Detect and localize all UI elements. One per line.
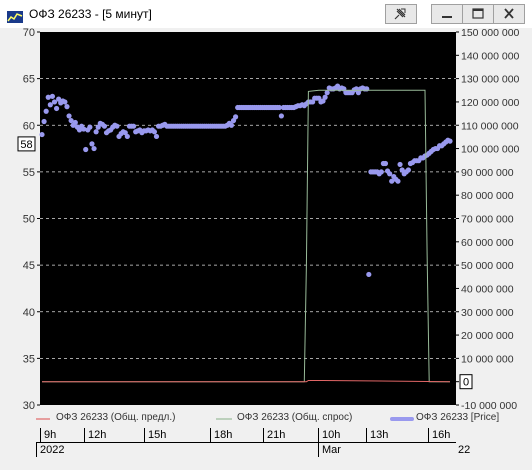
price-point — [130, 123, 137, 129]
time-axis: 9h 12h 15h 18h 21h 10h 13h 16h 2022 Mar — [36, 428, 456, 460]
price-point — [87, 124, 93, 130]
price-point — [378, 169, 384, 175]
price-point — [101, 123, 108, 129]
price-point — [397, 161, 403, 168]
price-point — [41, 118, 47, 125]
price-point — [64, 104, 70, 110]
price-point — [89, 141, 95, 147]
left-current-marker-label: 58 — [20, 139, 32, 151]
price-point — [93, 129, 99, 135]
price-point — [83, 146, 89, 153]
price-point — [124, 133, 130, 140]
price-point — [366, 271, 372, 278]
right-axis-tick-label: 110 000 000 — [461, 120, 519, 132]
time-axis-hours: 9h 12h 15h 18h 21h 10h 13h 16h — [36, 428, 456, 443]
left-axis-tick-label: 45 — [23, 260, 35, 272]
time-label-10h: 10h — [322, 429, 341, 441]
right-axis-tick-label: 90 000 000 — [461, 167, 514, 179]
left-axis-tick-label: 70 — [23, 28, 35, 39]
left-axis-tick-label: 60 — [23, 120, 35, 132]
price-point — [151, 129, 158, 135]
right-axis-tick-label: 40 000 000 — [461, 283, 514, 295]
minimize-icon — [442, 16, 452, 18]
left-axis-tick-label: 40 — [23, 307, 35, 319]
time-label-9h: 9h — [44, 429, 57, 441]
price-point — [49, 93, 56, 99]
left-axis-tick-label: 65 — [23, 74, 35, 86]
chart-app-icon — [7, 10, 23, 23]
right-axis-tick-label: 140 000 000 — [461, 50, 520, 62]
price-point — [43, 108, 49, 114]
right-axis-tick-label: 10 000 000 — [461, 353, 514, 365]
title-bar[interactable]: ОФЗ 26233 - [5 минут] — [0, 0, 532, 30]
maximize-button[interactable] — [462, 4, 494, 24]
time-label-15h: 15h — [148, 429, 167, 441]
right-current-marker-label: 0 — [463, 377, 469, 389]
price-point — [228, 122, 235, 128]
price-chart[interactable]: 30 35 40 45 50 55 60 65 70 -10 000 000 10 000 000… — [0, 27, 532, 465]
date-label-year: 2022 — [40, 444, 65, 456]
price-point — [405, 167, 411, 173]
right-axis-tick-label: 70 000 000 — [461, 214, 514, 226]
price-point — [53, 105, 60, 112]
time-label-18h: 18h — [214, 429, 233, 441]
legend-item-demand: ОФЗ 26233 (Общ. спрос) — [237, 412, 353, 423]
right-axis-tick-label: 20 000 000 — [461, 330, 514, 342]
price-point — [395, 178, 401, 184]
price-point — [66, 113, 72, 119]
price-point — [232, 114, 239, 120]
chart-area: 30 35 40 45 50 55 60 65 70 -10 000 000 10 000 000… — [0, 27, 532, 465]
legend-item-price: ОФЗ 26233 [Price] — [416, 412, 500, 423]
left-axis-tick-label: 50 — [23, 214, 35, 226]
right-axis-tick-label: 120 000 000 — [461, 97, 520, 109]
maximize-icon — [472, 8, 484, 19]
time-label-16h: 16h — [432, 429, 451, 441]
close-icon — [504, 8, 514, 19]
right-axis-tick-label: 130 000 000 — [461, 74, 520, 86]
left-axis-tick-label: 35 — [23, 353, 35, 365]
close-button[interactable] — [493, 4, 525, 24]
time-label-13h: 13h — [370, 429, 389, 441]
right-axis-tick-label: 100 000 000 — [461, 144, 520, 156]
price-point — [72, 119, 78, 126]
pin-icon — [394, 8, 406, 20]
price-point — [62, 99, 68, 105]
time-label-21h: 21h — [267, 429, 286, 441]
price-point — [382, 160, 389, 167]
price-point — [447, 138, 453, 144]
price-point — [322, 94, 328, 100]
date-label-day: 22 — [458, 444, 471, 456]
time-axis-dates: 2022 Mar — [36, 443, 456, 457]
left-axis-tick-label: 55 — [23, 167, 35, 179]
window-title: ОФЗ 26233 - [5 минут] — [29, 7, 152, 21]
right-axis-tick-label: 30 000 000 — [461, 307, 514, 319]
price-point — [39, 131, 45, 138]
legend: ОФЗ 26233 (Общ. предл.) ОФЗ 26233 (Общ. … — [36, 411, 499, 427]
right-axis-tick-label: -10 000 000 — [461, 400, 517, 412]
price-point — [278, 113, 284, 119]
left-axis-tick-label: 30 — [23, 400, 35, 412]
right-axis-tick-label: 60 000 000 — [461, 237, 514, 249]
right-axis-tick-label: 80 000 000 — [461, 190, 514, 202]
minimize-button[interactable] — [431, 4, 463, 24]
date-label-month: Mar — [322, 444, 341, 456]
price-point — [153, 133, 160, 140]
pin-button[interactable] — [385, 4, 417, 24]
legend-item-offer: ОФЗ 26233 (Общ. предл.) — [56, 412, 176, 423]
price-point — [114, 123, 120, 129]
time-label-12h: 12h — [88, 429, 107, 441]
chart-window: ОФЗ 26233 - [5 минут] 30 35 40 45 50 55 … — [0, 0, 532, 465]
price-point — [91, 145, 97, 152]
right-axis-tick-label: 50 000 000 — [461, 260, 514, 272]
right-axis-tick-label: 150 000 000 — [461, 28, 520, 39]
